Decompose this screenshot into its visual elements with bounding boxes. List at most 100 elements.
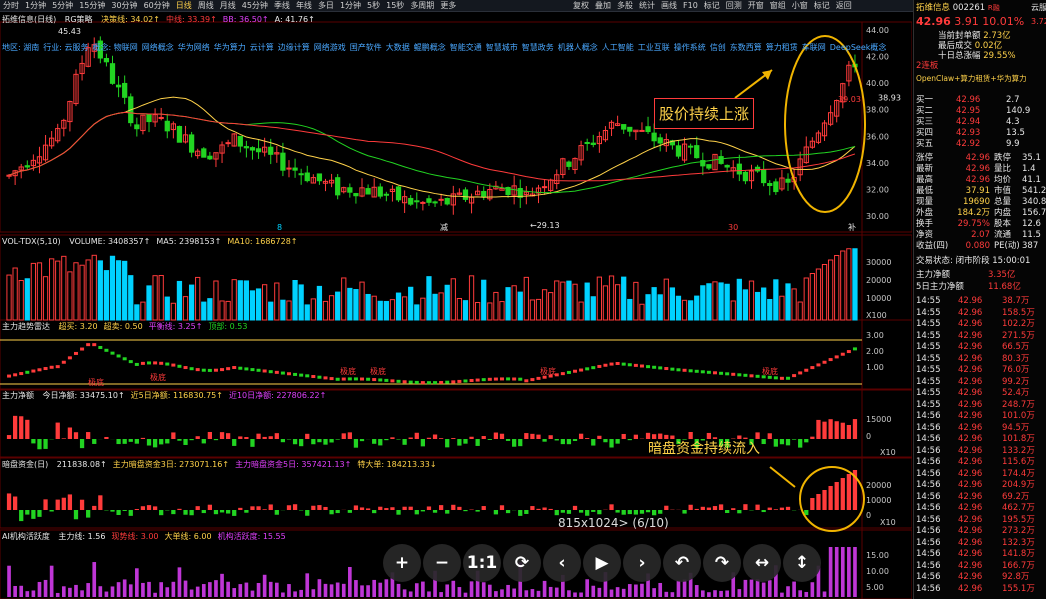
concept-tag[interactable]: 东数西算 (730, 43, 762, 52)
viewer-button[interactable]: › (623, 544, 661, 582)
concept-tag[interactable]: 人工智能 (602, 43, 634, 52)
period-tab[interactable]: 日线 (173, 0, 195, 11)
period-tab[interactable]: 30分钟 (108, 0, 140, 11)
toolbar-button[interactable]: 回测 (723, 0, 745, 11)
concept-tag[interactable]: 边缘计算 (278, 43, 310, 52)
period-tab[interactable]: 45分钟 (239, 0, 271, 11)
dark-fund-bar (305, 510, 310, 516)
concept-tag[interactable]: 华为网络 (178, 43, 210, 52)
concept-tag[interactable]: 智能交通 (450, 43, 482, 52)
period-tab[interactable]: 15分钟 (76, 0, 108, 11)
toolbar-button[interactable]: 窗组 (767, 0, 789, 11)
viewer-button[interactable]: ‹ (543, 544, 581, 582)
trend-mark (134, 362, 139, 366)
period-tab[interactable]: 1分钟 (22, 0, 49, 11)
concept-tag[interactable]: 网络概念 (142, 43, 174, 52)
concept-tag[interactable]: 华为算力 (214, 43, 246, 52)
period-tab[interactable]: 年线 (293, 0, 315, 11)
period-tab[interactable]: 周线 (195, 0, 217, 11)
period-tab[interactable]: 60分钟 (141, 0, 173, 11)
toolbar-button[interactable]: 多股 (614, 0, 636, 11)
viewer-button[interactable]: + (383, 544, 421, 582)
viewer-button[interactable]: 1:1 (463, 544, 501, 582)
concept-tag[interactable]: 大数据 (386, 43, 410, 52)
viewer-button[interactable]: ▶ (583, 544, 621, 582)
toolbar-button[interactable]: 标记 (701, 0, 723, 11)
net-bar (767, 433, 772, 439)
viewer-button[interactable]: ↔ (743, 544, 781, 582)
concept-tag[interactable]: 信创 (710, 43, 726, 52)
ai-activity-bar (494, 591, 498, 597)
net-bar (432, 434, 438, 439)
concept-tag[interactable]: 智慧城市 (486, 43, 518, 52)
dark-fund-bar (682, 510, 687, 514)
toolbar-button[interactable]: 开窗 (745, 0, 767, 11)
candle-body (383, 193, 389, 196)
viewer-button[interactable]: ⟳ (503, 544, 541, 582)
net-bar (292, 439, 298, 445)
toolbar-button[interactable]: 小窗 (789, 0, 811, 11)
volume-bar (262, 284, 268, 321)
period-tab[interactable]: 季线 (271, 0, 293, 11)
period-tab[interactable]: 1分钟 (337, 0, 364, 11)
candle-body (243, 146, 250, 149)
trend-mark (153, 361, 158, 365)
ai-activity-bar (627, 584, 632, 597)
concept-tag[interactable]: 云计算 (250, 43, 274, 52)
viewer-button[interactable]: ↕ (783, 544, 821, 582)
concept-tag[interactable]: 工业互联 (638, 43, 670, 52)
concept-tag[interactable]: 智慧政务 (522, 43, 554, 52)
concept-tag[interactable]: 操作系统 (674, 43, 706, 52)
toolbar-button[interactable]: 返回 (833, 0, 855, 11)
net-bar (73, 432, 79, 439)
period-tab[interactable]: 15秒 (383, 0, 407, 11)
toolbar-button[interactable]: 复权 (570, 0, 592, 11)
toolbar-button[interactable]: 叠加 (592, 0, 614, 11)
net-bar (536, 434, 541, 439)
toolbar-button[interactable]: F10 (680, 0, 701, 11)
candle-body (109, 63, 116, 84)
net-bar (426, 437, 432, 439)
period-tab[interactable]: 多日 (315, 0, 337, 11)
period-tab[interactable]: 月线 (217, 0, 239, 11)
kline-svg[interactable]: 44.00 42.00 40.00 38.00 36.00 34.00 32.00 30.00… (0, 12, 912, 599)
concept-tag[interactable]: 车联网 (802, 43, 826, 52)
concept-tag[interactable]: 机器人概念 (558, 43, 598, 52)
period-tab[interactable]: 5分钟 (49, 0, 76, 11)
candle-body (201, 148, 207, 158)
concept-tag[interactable]: 地区: 湖南 (2, 43, 39, 52)
tick-volume: 101.0万 (1002, 411, 1035, 421)
trend-mark (633, 363, 638, 367)
concept-tag[interactable]: 概念: 物联网 (93, 43, 138, 52)
concept-tag[interactable]: 鲲鹏概念 (414, 43, 446, 52)
ai-axis-label: 10.00 (866, 567, 889, 576)
concept-tag[interactable]: 网络游戏 (314, 43, 346, 52)
period-tab[interactable]: 更多 (437, 0, 459, 11)
trend-mark (457, 379, 462, 383)
dark-fund-bar (645, 510, 651, 513)
concept-tag[interactable]: 算力租赁 (766, 43, 798, 52)
period-tab[interactable]: 5秒 (364, 0, 383, 11)
dark-fund-bar (463, 510, 468, 512)
concept-tag[interactable]: DeepSeek概念 (830, 43, 887, 52)
ai-activity-bar (402, 589, 407, 597)
dark-fund-bar (846, 474, 852, 510)
viewer-button[interactable]: − (423, 544, 461, 582)
period-tab[interactable]: 多周期 (407, 0, 437, 11)
period-tab[interactable]: 分时 (0, 0, 22, 11)
toolbar-button[interactable]: 画线 (658, 0, 680, 11)
toolbar-button[interactable]: 标记 (811, 0, 833, 11)
concept-tag[interactable]: 国产软件 (350, 43, 382, 52)
tick-time: 14:55 (916, 296, 941, 306)
net-bar (55, 422, 60, 439)
indicator-value: 今日净额: 33475.10↑ (42, 391, 125, 400)
dark-fund-bar (159, 510, 164, 516)
trend-mark (475, 378, 480, 382)
dark-fund-bar (828, 486, 833, 510)
toolbar-button[interactable]: 统计 (636, 0, 658, 11)
toolbar-right-group: 复权 叠加 多股 统计 画线 F10 标记 回测 开窗 窗组 小窗 标记 返回 (570, 0, 855, 11)
viewer-button[interactable]: ↷ (703, 544, 741, 582)
concept-tag[interactable]: 行业: 云服务 (43, 43, 88, 52)
volume-bar (109, 255, 116, 321)
viewer-button[interactable]: ↶ (663, 544, 701, 582)
